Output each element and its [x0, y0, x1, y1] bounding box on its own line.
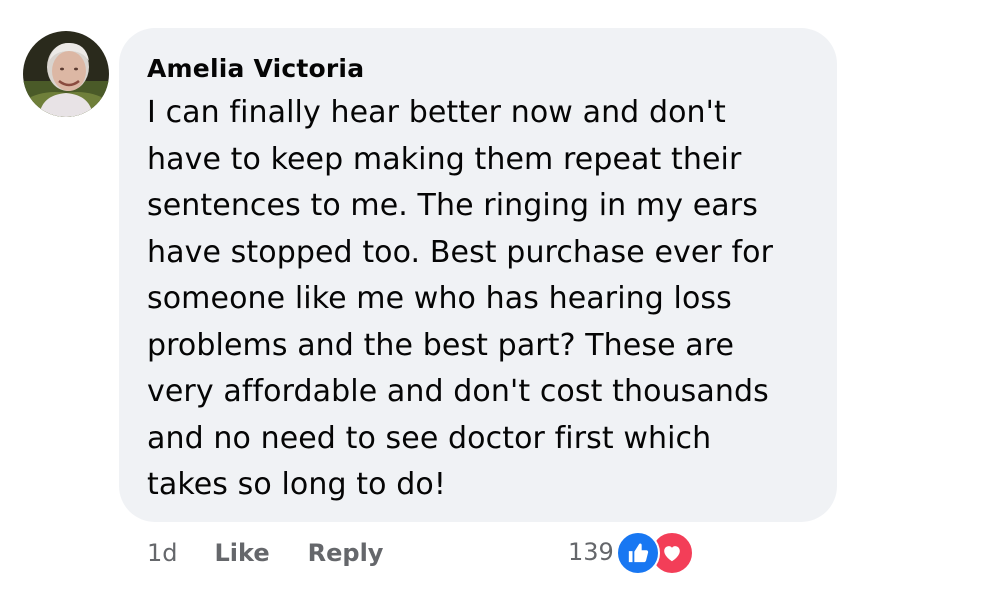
comment-timestamp[interactable]: 1d: [147, 539, 178, 567]
comment-bubble: Amelia Victoria I can finally hear bette…: [119, 28, 837, 522]
reaction-count: 139: [568, 538, 614, 566]
comment-author[interactable]: Amelia Victoria: [147, 54, 364, 84]
like-button[interactable]: Like: [215, 539, 270, 567]
comment-text: I can finally hear better now and don't …: [147, 95, 774, 502]
reply-button[interactable]: Reply: [308, 539, 384, 567]
comment-actions: 1d Like Reply: [147, 538, 421, 568]
comment: Amelia Victoria I can finally hear bette…: [0, 0, 1000, 600]
avatar[interactable]: [23, 31, 109, 117]
reaction-icons: [615, 531, 698, 575]
avatar-photo: [23, 31, 109, 117]
reaction-summary[interactable]: 139: [568, 531, 698, 575]
like-icon: [615, 531, 660, 575]
